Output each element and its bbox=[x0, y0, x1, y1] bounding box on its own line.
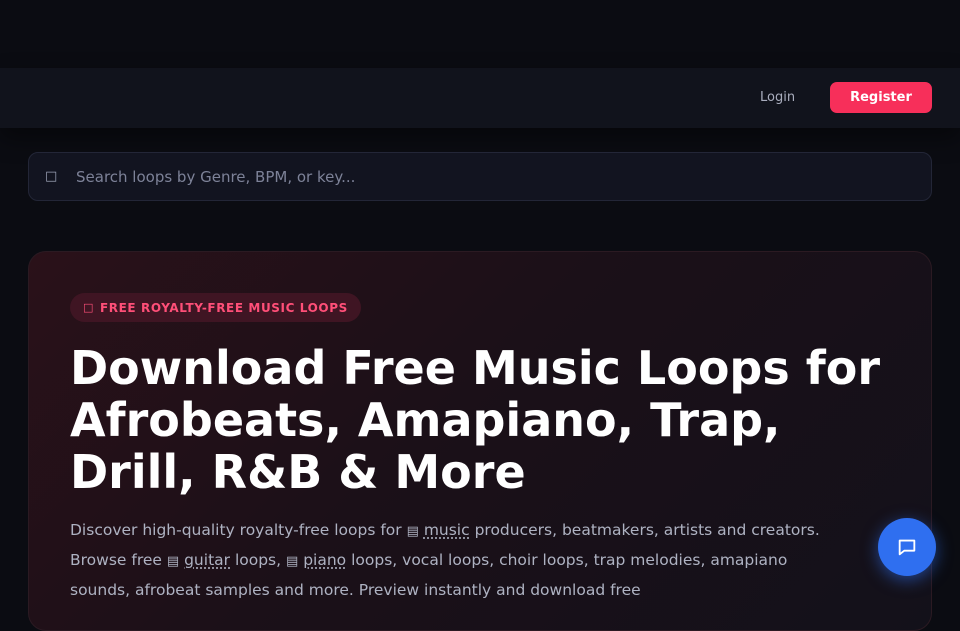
music-link[interactable]: music bbox=[424, 521, 470, 539]
hero-badge: □ FREE ROYALTY-FREE MUSIC LOOPS bbox=[70, 293, 361, 322]
search-bar: □ bbox=[28, 152, 932, 201]
guitar-link-icon: ▤ bbox=[166, 554, 180, 569]
badge-label: FREE ROYALTY-FREE MUSIC LOOPS bbox=[100, 300, 348, 315]
hero-title: Download Free Music Loops for Afrobeats,… bbox=[70, 341, 881, 499]
login-link[interactable]: Login bbox=[760, 90, 795, 105]
register-button[interactable]: Register bbox=[830, 82, 932, 113]
chat-button[interactable] bbox=[878, 518, 936, 576]
desc-text-3: loops, bbox=[230, 551, 286, 569]
search-icon: □ bbox=[45, 169, 58, 184]
piano-link[interactable]: piano bbox=[303, 551, 346, 569]
search-input[interactable] bbox=[76, 153, 916, 200]
guitar-link[interactable]: guitar bbox=[184, 551, 230, 569]
hero-description: Discover high-quality royalty-free loops… bbox=[70, 516, 830, 605]
piano-link-icon: ▤ bbox=[285, 554, 299, 569]
music-link-icon: ▤ bbox=[406, 524, 419, 539]
chat-bubble-icon bbox=[898, 539, 916, 556]
music-note-icon: □ bbox=[83, 301, 94, 314]
desc-text-1: Discover high-quality royalty-free loops… bbox=[70, 521, 407, 539]
hero-section: □ FREE ROYALTY-FREE MUSIC LOOPS Download… bbox=[28, 251, 932, 631]
top-navbar: Login Register bbox=[0, 68, 960, 128]
